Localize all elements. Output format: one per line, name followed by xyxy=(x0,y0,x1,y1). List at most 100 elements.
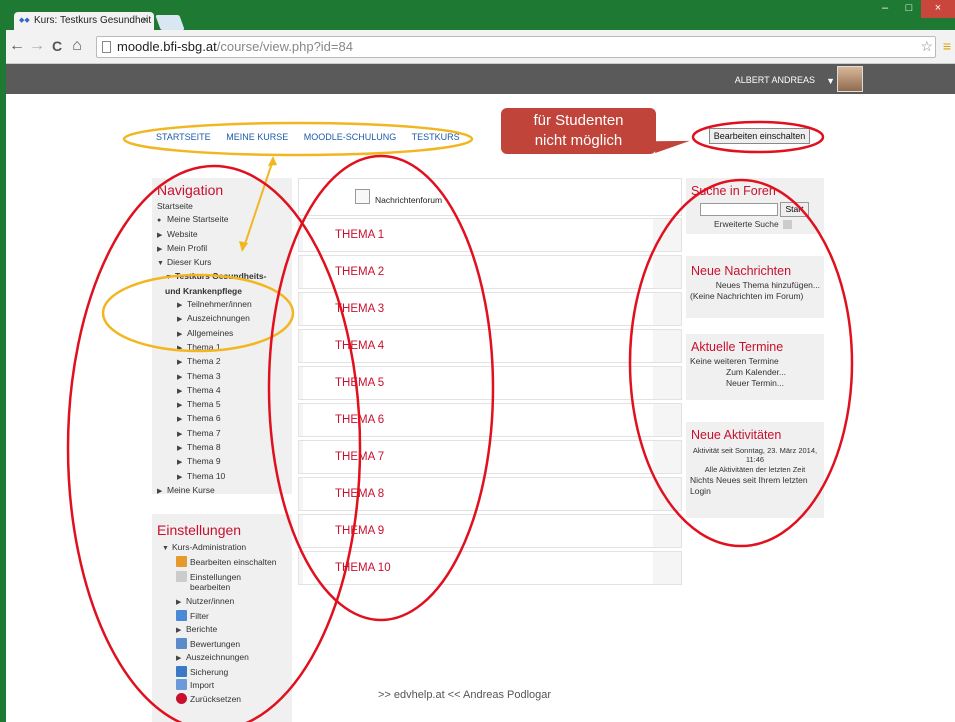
reset-icon xyxy=(176,692,187,704)
topic-title[interactable]: THEMA 10 xyxy=(335,562,391,574)
advanced-search-link[interactable]: Erweiterte Suche xyxy=(714,219,779,229)
topic-title[interactable]: THEMA 1 xyxy=(335,229,384,241)
home-icon[interactable]: ⌂ xyxy=(68,37,86,55)
settings-filter[interactable]: Filter xyxy=(176,609,292,624)
breadcrumb-moodle-schulung[interactable]: MOODLE-SCHULUNG xyxy=(304,132,397,142)
nav-course-item[interactable]: ▶ Thema 7 xyxy=(157,427,292,441)
browser-menu-icon[interactable]: ≡ xyxy=(943,38,951,54)
callout-line-2: nicht möglich xyxy=(534,132,623,149)
news-add-link[interactable]: Neues Thema hinzufügen... xyxy=(686,278,824,291)
settings-edit-settings-line2[interactable]: bearbeiten xyxy=(176,582,292,592)
collapse-arrow-icon: ▼ xyxy=(162,545,169,552)
topic-title[interactable]: THEMA 9 xyxy=(335,525,384,537)
topic-title[interactable]: THEMA 2 xyxy=(335,266,384,278)
nav-dieser-kurs[interactable]: ▼ Dieser Kurs xyxy=(157,256,292,270)
topic-title[interactable]: THEMA 5 xyxy=(335,377,384,389)
user-menu[interactable]: ALBERT ANDREAS xyxy=(735,75,815,85)
settings-users[interactable]: ▶ Nutzer/innen xyxy=(176,595,292,610)
settings-edit-settings[interactable]: Einstellungen xyxy=(176,571,292,582)
topic-title[interactable]: THEMA 7 xyxy=(335,451,384,463)
topic-section: THEMA 4 xyxy=(298,329,682,363)
new-tab-button[interactable] xyxy=(155,15,185,30)
nav-course-item[interactable]: ▶ Thema 8 xyxy=(157,441,292,455)
settings-backup[interactable]: Sicherung xyxy=(176,665,292,680)
maximize-button[interactable]: □ xyxy=(897,0,921,18)
help-icon[interactable] xyxy=(783,220,792,229)
avatar[interactable] xyxy=(837,66,863,92)
events-block: Aktuelle Termine Keine weiteren Termine … xyxy=(686,334,824,400)
nav-label: Mein Profil xyxy=(167,242,208,253)
minimize-button[interactable]: – xyxy=(873,0,897,18)
breadcrumb-testkurs[interactable]: TESTKURS xyxy=(412,132,460,142)
close-window-button[interactable]: × xyxy=(921,0,955,18)
forum-link[interactable]: Nachrichtenforum xyxy=(375,195,442,205)
import-icon xyxy=(176,679,187,690)
section-left-gutter xyxy=(299,404,303,436)
settings-reset[interactable]: Zurücksetzen xyxy=(176,692,292,707)
settings-label: Berichte xyxy=(186,624,218,634)
settings-import[interactable]: Import xyxy=(176,679,292,693)
nav-course-item[interactable]: ▶ Teilnehmer/innen xyxy=(157,298,292,312)
nav-label: Testkurs Gesundheits- xyxy=(175,271,267,282)
nav-course-item[interactable]: ▶ Thema 9 xyxy=(157,455,292,469)
settings-kurs-admin[interactable]: ▼ Kurs-Administration xyxy=(162,541,292,556)
tab-close-icon[interactable]: × xyxy=(142,12,148,30)
nav-course-item[interactable]: ▶ Auszeichnungen xyxy=(157,312,292,326)
nav-course-item[interactable]: ▶ Thema 10 xyxy=(157,470,292,484)
nav-website[interactable]: ▶ Website xyxy=(157,228,292,242)
topic-title[interactable]: THEMA 3 xyxy=(335,303,384,315)
section-left-gutter xyxy=(299,330,303,362)
nav-course[interactable]: ▼ Testkurs Gesundheits- xyxy=(157,270,292,284)
settings-reports[interactable]: ▶ Berichte xyxy=(176,623,292,638)
reload-icon[interactable]: C xyxy=(48,37,66,55)
nav-course-item[interactable]: ▶ Thema 6 xyxy=(157,412,292,426)
topic-title[interactable]: THEMA 8 xyxy=(335,488,384,500)
section-left-gutter xyxy=(299,441,303,473)
breadcrumb-startseite[interactable]: STARTSEITE xyxy=(156,132,211,142)
nav-course-item[interactable]: ▶ Allgemeines xyxy=(157,327,292,341)
moodle-favicon-icon: ◆◆ xyxy=(19,17,30,24)
news-forum-item[interactable]: Nachrichtenforum xyxy=(298,178,682,216)
expand-arrow-icon: ▶ xyxy=(177,459,183,467)
nav-course-item[interactable]: ▶ Thema 3 xyxy=(157,370,292,384)
bullet-icon: ● xyxy=(157,217,162,225)
settings-badges[interactable]: ▶ Auszeichnungen xyxy=(176,651,292,666)
expand-arrow-icon: ▶ xyxy=(177,430,183,438)
nav-mein-profil[interactable]: ▶ Mein Profil xyxy=(157,242,292,256)
topic-title[interactable]: THEMA 4 xyxy=(335,340,384,352)
search-input[interactable] xyxy=(700,203,778,216)
nav-course-item[interactable]: ▶ Thema 2 xyxy=(157,355,292,369)
nav-startseite[interactable]: Startseite xyxy=(157,200,292,213)
back-icon[interactable]: ← xyxy=(8,37,26,55)
chevron-down-icon[interactable]: ▼ xyxy=(826,76,835,86)
section-right-gutter xyxy=(653,478,681,510)
section-right-gutter xyxy=(653,404,681,436)
nav-label: Thema 6 xyxy=(187,413,221,424)
nav-meine-startseite[interactable]: ● Meine Startseite xyxy=(157,213,292,227)
footer-credit: >> edvhelp.at << Andreas Podlogar xyxy=(378,689,552,701)
breadcrumb-meine-kurse[interactable]: MEINE KURSE xyxy=(226,132,288,142)
nav-course-item[interactable]: ▶ Thema 5 xyxy=(157,398,292,412)
new-event-link[interactable]: Neuer Termin... xyxy=(686,378,824,389)
bookmark-star-icon[interactable]: ☆ xyxy=(920,38,933,55)
search-start-button[interactable]: Start xyxy=(780,202,809,217)
address-bar[interactable]: moodle.bfi-sbg.at/course/view.php?id=84 xyxy=(96,36,936,58)
section-right-gutter xyxy=(653,219,681,251)
nav-course-line2[interactable]: und Krankenpflege xyxy=(157,285,292,298)
forward-icon[interactable]: → xyxy=(28,37,46,55)
settings-label: Kurs-Administration xyxy=(172,542,247,552)
browser-tab[interactable]: ◆◆ Kurs: Testkurs Gesundheit × xyxy=(14,12,154,30)
topic-title[interactable]: THEMA 6 xyxy=(335,414,384,426)
settings-grades[interactable]: Bewertungen xyxy=(176,637,292,652)
all-activity-link[interactable]: Alle Aktivitäten der letzten Zeit xyxy=(686,464,824,475)
calendar-link[interactable]: Zum Kalender... xyxy=(686,367,824,378)
section-left-gutter xyxy=(299,552,303,584)
nav-course-item[interactable]: ▶ Thema 1 xyxy=(157,341,292,355)
expand-arrow-icon: ▶ xyxy=(177,387,183,395)
nav-meine-kurse[interactable]: ▶ Meine Kurse xyxy=(157,484,292,498)
course-items-list: ▶ Teilnehmer/innen ▶ Auszeichnungen ▶ Allgeme… xyxy=(157,298,292,484)
nav-course-item[interactable]: ▶ Thema 4 xyxy=(157,384,292,398)
filter-icon xyxy=(176,609,187,621)
edit-mode-button[interactable]: Bearbeiten einschalten xyxy=(709,128,810,144)
settings-edit-on[interactable]: Bearbeiten einschalten xyxy=(176,555,292,570)
